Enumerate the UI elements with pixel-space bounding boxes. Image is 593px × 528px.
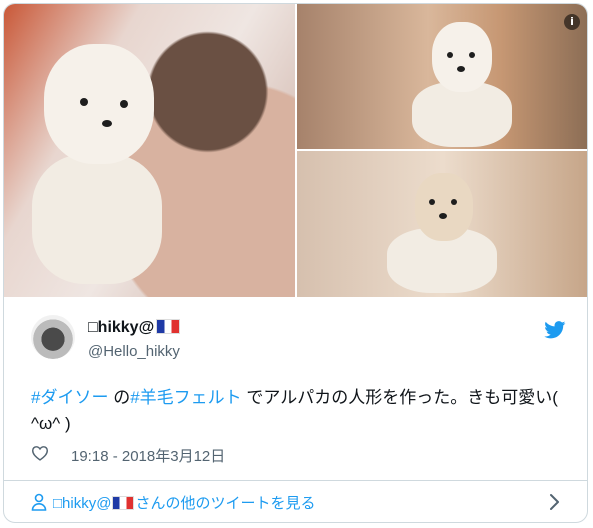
tweet-card[interactable]: i □hikky@ @Hello_hikky #ダイソー の#羊毛フェルト でア… [3,3,588,523]
photo-3[interactable] [297,151,587,297]
person-icon [31,493,47,511]
author-name[interactable]: □hikky@ [88,319,181,337]
author-display-name[interactable]: □hikky@ [88,319,154,336]
photo-1[interactable] [4,4,295,297]
twitter-bird-icon[interactable] [544,321,566,339]
info-icon[interactable]: i [564,14,580,30]
hashtag-link[interactable]: #羊毛フェルト [130,388,241,407]
tweet-media-grid: i [4,4,587,297]
felt-alpaca-figure [387,173,497,297]
hashtag-link[interactable]: #ダイソー [31,388,108,407]
chevron-right-icon[interactable] [549,493,561,511]
tweet-timestamp[interactable]: 19:18 - 2018年3月12日 [71,445,225,466]
tweet-header: □hikky@ @Hello_hikky [4,297,587,377]
avatar[interactable] [31,315,75,359]
more-tweets-link[interactable]: □hikky@ さんの他のツイートを見る [4,481,587,522]
felt-alpaca-figure [407,22,517,147]
felt-alpaca-figure [12,44,182,284]
author-handle[interactable]: @Hello_hikky [88,343,180,360]
tweet-text: #ダイソー の#羊毛フェルト でアルパカの人形を作った。きも可愛い( ^ω^ ) [31,388,558,433]
france-flag-icon [112,496,135,510]
photo-2[interactable] [297,4,587,149]
france-flag-icon [156,319,181,334]
heart-icon[interactable] [31,445,49,461]
more-tweets-label[interactable]: □hikky@ さんの他のツイートを見る [53,492,315,513]
